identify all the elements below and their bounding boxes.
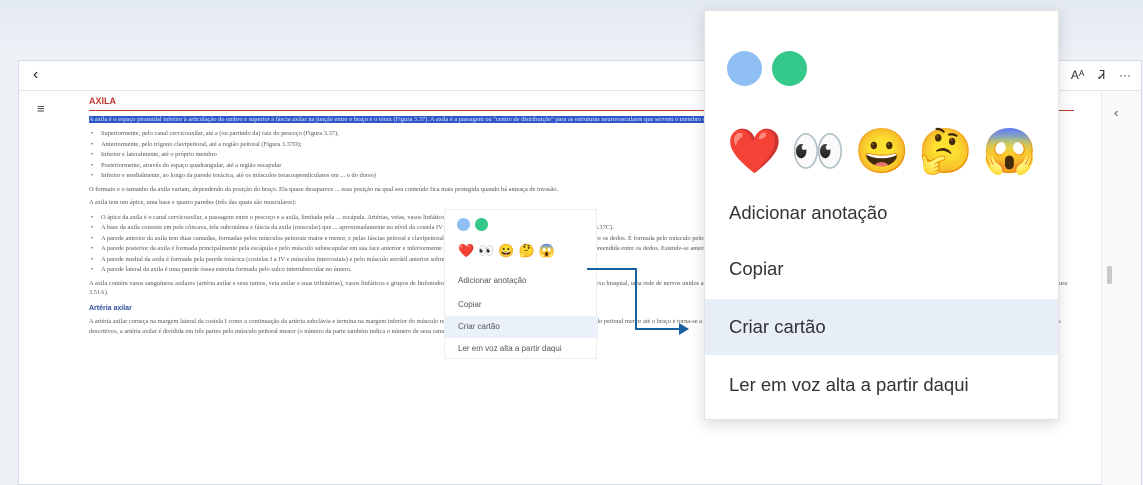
toolbar-actions: Aᴬ Ꮨ ···: [1071, 68, 1131, 83]
callout-arrow: [587, 268, 689, 335]
collapse-chevron-icon[interactable]: ‹: [1114, 105, 1118, 120]
scrollbar-thumb[interactable]: [1107, 266, 1112, 284]
highlight-color-options: [727, 51, 807, 86]
blue-highlight-swatch[interactable]: [727, 51, 762, 86]
menu-item-create-card[interactable]: Criar cartão: [705, 299, 1058, 355]
heart-emoji-icon[interactable]: ❤️: [727, 124, 782, 180]
menu-item-copy[interactable]: Copiar: [705, 241, 1058, 297]
menu-item-read-aloud[interactable]: Ler em voz alta a partir daqui: [705, 357, 1058, 413]
thinking-emoji-icon[interactable]: 🤔: [918, 124, 973, 180]
reaction-options: ❤️ 👀 😀 🤔 😱: [727, 124, 1037, 180]
menu-item-add-annotation[interactable]: Adicionar anotação: [705, 185, 1058, 241]
read-aloud-icon[interactable]: Aᴬ: [1071, 68, 1084, 83]
context-menu-zoomed: ❤️ 👀 😀 🤔 😱 Adicionar anotação Copiar Cri…: [704, 10, 1059, 420]
arrow-head: [679, 323, 689, 335]
right-rail: ‹: [1101, 91, 1141, 485]
more-options-icon[interactable]: ···: [1119, 68, 1131, 83]
grinning-emoji-icon[interactable]: 😀: [855, 124, 910, 180]
page-settings-icon[interactable]: Ꮨ: [1098, 68, 1105, 83]
eyes-emoji-icon[interactable]: 👀: [791, 124, 846, 180]
arrow-line: [587, 268, 679, 330]
screaming-emoji-icon[interactable]: 😱: [982, 124, 1037, 180]
green-highlight-swatch[interactable]: [772, 51, 807, 86]
